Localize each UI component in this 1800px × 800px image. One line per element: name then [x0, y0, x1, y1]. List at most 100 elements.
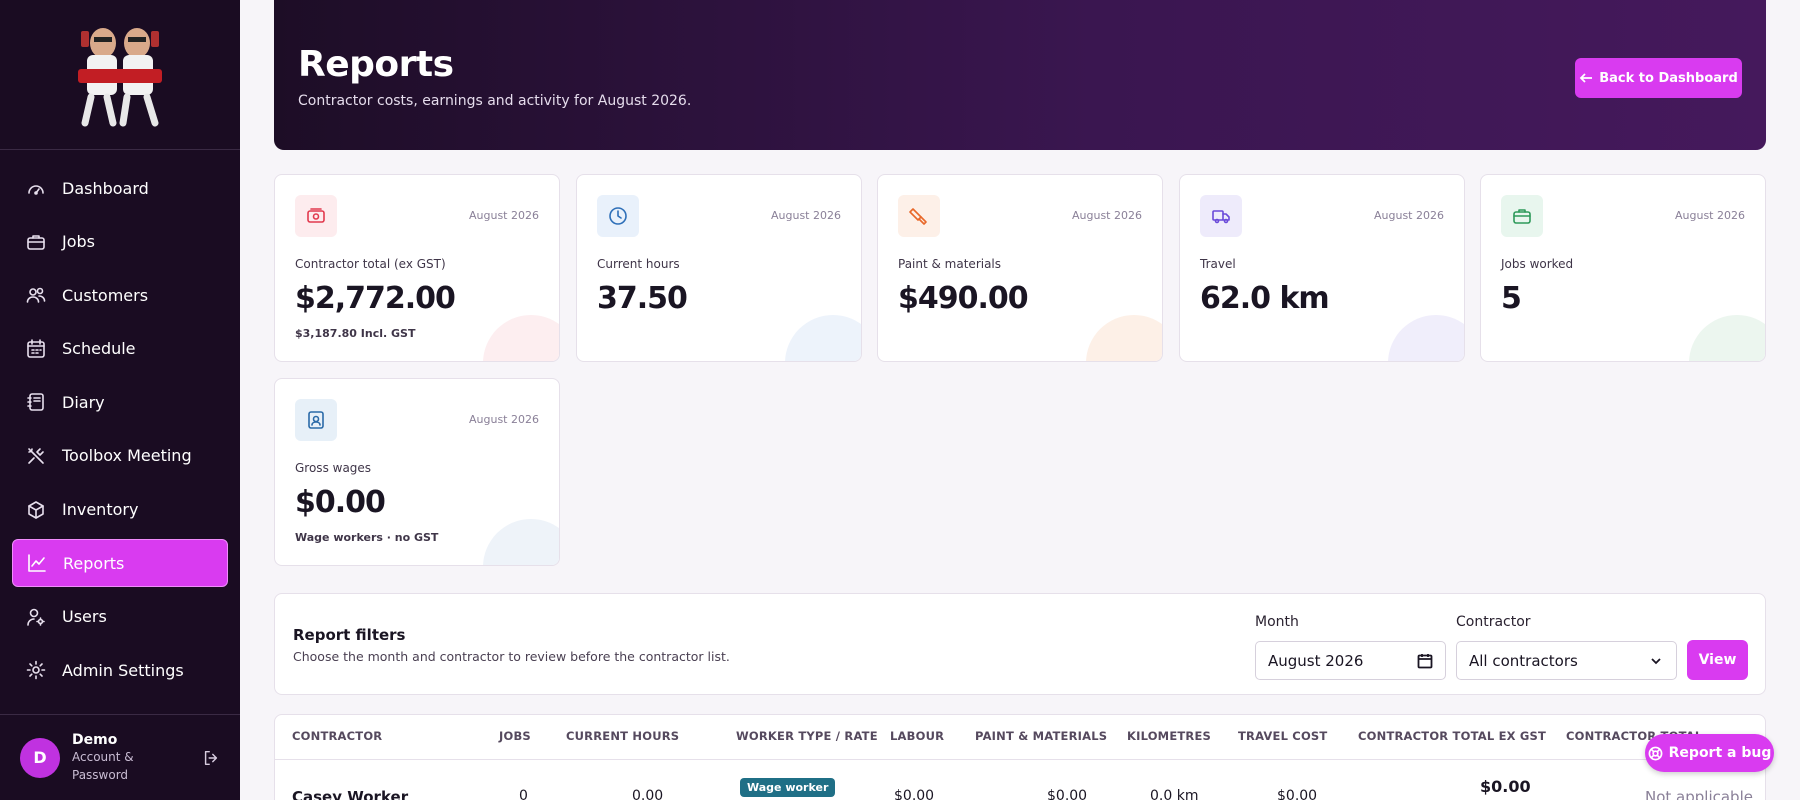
- card-decoration: [1689, 315, 1765, 361]
- stat-card-paint-materials: August 2026 Paint & materials $490.00: [877, 174, 1163, 362]
- stat-card-travel: August 2026 Travel 62.0 km: [1179, 174, 1465, 362]
- card-month: August 2026: [469, 209, 539, 222]
- card-icon-wrap: [1501, 195, 1543, 237]
- contractor-select[interactable]: All contractors: [1456, 641, 1677, 680]
- card-subtext: Wage workers · no GST: [295, 531, 439, 544]
- column-header[interactable]: PAINT & MATERIALS: [975, 729, 1107, 743]
- gear-icon: [26, 661, 46, 680]
- view-button[interactable]: View: [1687, 640, 1748, 680]
- column-header[interactable]: LABOUR: [890, 729, 944, 743]
- card-decoration: [483, 315, 559, 361]
- contractor-name[interactable]: Casey Worker: [292, 788, 408, 800]
- card-subtext: $3,187.80 Incl. GST: [295, 327, 416, 340]
- card-decoration: [1086, 315, 1162, 361]
- column-header[interactable]: TRAVEL COST: [1238, 729, 1327, 743]
- column-header[interactable]: CONTRACTOR TOTAL EX GST: [1358, 729, 1546, 743]
- card-month: August 2026: [771, 209, 841, 222]
- column-header[interactable]: KILOMETRES: [1127, 729, 1211, 743]
- card-value: 5: [1501, 281, 1522, 316]
- chevron-down-icon: [1651, 657, 1661, 664]
- contractor-label: Contractor: [1456, 614, 1531, 630]
- card-decoration: [1388, 315, 1464, 361]
- filters-description: Choose the month and contractor to revie…: [293, 649, 730, 664]
- cash-icon: [307, 208, 325, 223]
- card-label: Paint & materials: [898, 257, 1002, 271]
- card-month: August 2026: [1675, 209, 1745, 222]
- back-to-dashboard-button[interactable]: Back to Dashboard: [1575, 58, 1742, 98]
- sidebar-item-label: Dashboard: [62, 178, 149, 198]
- calendar-icon[interactable]: [1417, 653, 1433, 669]
- arrow-left-icon: [1579, 73, 1593, 83]
- sidebar-nav: Dashboard Jobs Customers Schedule Diary …: [0, 150, 240, 694]
- paint-brush-icon: [909, 208, 927, 225]
- sidebar-item-schedule[interactable]: Schedule: [12, 325, 228, 373]
- month-value: August 2026: [1268, 651, 1364, 670]
- stat-card-jobs-worked: August 2026 Jobs worked 5: [1480, 174, 1766, 362]
- sidebar-item-reports[interactable]: Reports: [12, 539, 228, 588]
- sidebar-item-admin-settings[interactable]: Admin Settings: [12, 646, 228, 694]
- card-value: $0.00: [295, 485, 386, 520]
- filters-title: Report filters: [293, 626, 406, 644]
- clock-icon: [609, 207, 627, 225]
- labour-cell: $0.00: [894, 788, 935, 800]
- column-header[interactable]: JOBS: [499, 729, 531, 743]
- month-label: Month: [1255, 614, 1299, 630]
- users-icon: [26, 287, 46, 303]
- sidebar-item-diary[interactable]: Diary: [12, 378, 228, 426]
- user-name: Demo: [72, 731, 118, 748]
- gauge-icon: [28, 185, 44, 195]
- sidebar-item-toolbox-meeting[interactable]: Toolbox Meeting: [12, 432, 228, 480]
- sidebar-item-label: Inventory: [62, 500, 139, 520]
- report-filters: Report filters Choose the month and cont…: [274, 593, 1766, 695]
- worker-type-badge: Wage worker: [740, 778, 836, 797]
- card-icon-wrap: [295, 195, 337, 237]
- contractor-value: All contractors: [1469, 651, 1578, 670]
- card-label: Contractor total (ex GST): [295, 257, 446, 271]
- card-decoration: [483, 519, 559, 565]
- notebook-icon: [27, 393, 44, 412]
- column-header[interactable]: CONTRACTOR: [292, 729, 382, 743]
- sidebar-item-label: Jobs: [62, 232, 95, 252]
- sidebar-item-inventory[interactable]: Inventory: [12, 486, 228, 534]
- sidebar-item-label: Admin Settings: [62, 660, 184, 680]
- contractor-table: CONTRACTOR JOBS CURRENT HOURS WORKER TYP…: [274, 714, 1766, 800]
- card-value: $2,772.00: [295, 281, 456, 316]
- id-badge-icon: [308, 411, 324, 429]
- month-input[interactable]: August 2026: [1255, 641, 1446, 680]
- calendar-icon: [27, 338, 45, 358]
- card-icon-wrap: [295, 399, 337, 441]
- card-month: August 2026: [1072, 209, 1142, 222]
- total-ex-gst-cell: $0.00: [1480, 777, 1531, 796]
- logout-icon[interactable]: [202, 749, 220, 767]
- sidebar-item-label: Schedule: [62, 339, 136, 359]
- card-decoration: [785, 315, 861, 361]
- sidebar-item-dashboard[interactable]: Dashboard: [12, 164, 228, 212]
- card-label: Travel: [1200, 257, 1236, 271]
- report-bug-button[interactable]: Report a bug: [1645, 734, 1774, 772]
- chart-line-icon: [28, 554, 46, 572]
- card-label: Jobs worked: [1501, 257, 1574, 271]
- stat-card-contractor-total: August 2026 Contractor total (ex GST) $2…: [274, 174, 560, 362]
- sidebar-item-customers[interactable]: Customers: [12, 271, 228, 319]
- avatar: D: [20, 737, 60, 778]
- column-header[interactable]: WORKER TYPE / RATE: [736, 729, 878, 743]
- user-info: Demo Account & Password: [72, 732, 202, 784]
- travel-cost-cell: $0.00: [1277, 788, 1318, 800]
- card-label: Current hours: [597, 257, 680, 271]
- tools-icon: [28, 448, 44, 464]
- report-bug-label: Report a bug: [1668, 745, 1772, 761]
- user-account[interactable]: D Demo Account & Password: [0, 714, 240, 800]
- page-title: Reports: [298, 44, 454, 85]
- sidebar-item-jobs[interactable]: Jobs: [12, 218, 228, 266]
- briefcase-icon: [27, 234, 45, 250]
- sidebar-item-users[interactable]: Users: [12, 593, 228, 641]
- box-icon: [28, 500, 44, 519]
- column-header[interactable]: CURRENT HOURS: [566, 729, 679, 743]
- sidebar: Dashboard Jobs Customers Schedule Diary …: [0, 0, 240, 800]
- truck-icon: [1212, 210, 1230, 224]
- briefcase-icon: [1513, 209, 1531, 224]
- card-month: August 2026: [1374, 209, 1444, 222]
- page-subtitle: Contractor costs, earnings and activity …: [298, 93, 692, 109]
- page-header: Reports Contractor costs, earnings and a…: [274, 0, 1766, 150]
- user-account-link[interactable]: Account & Password: [72, 748, 142, 784]
